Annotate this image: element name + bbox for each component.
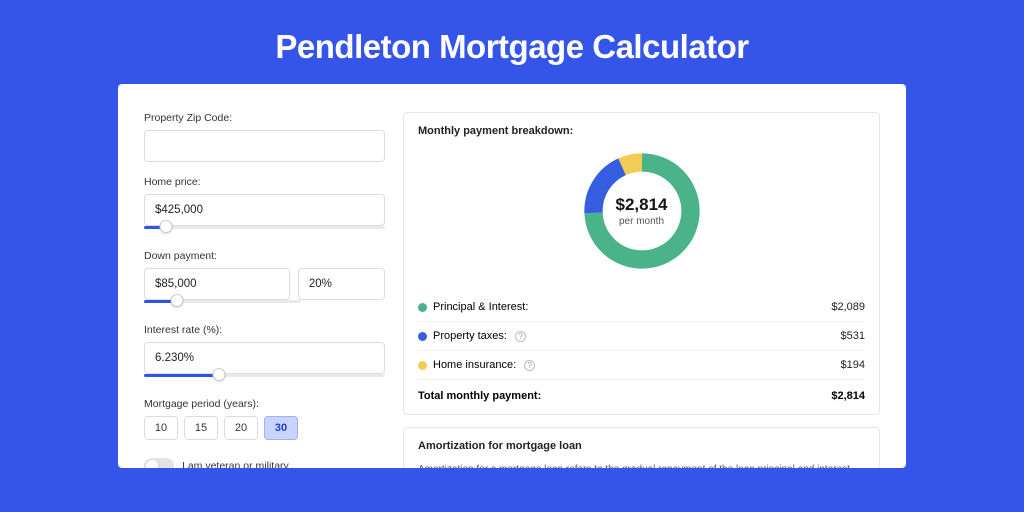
down-payment-label: Down payment:: [144, 250, 385, 262]
amortization-panel: Amortization for mortgage loan Amortizat…: [403, 427, 880, 468]
donut-sub: per month: [619, 216, 664, 227]
home-price-field: Home price:: [144, 176, 385, 236]
payment-donut-chart: $2,814 per month: [578, 147, 706, 275]
home-price-slider[interactable]: [144, 222, 385, 236]
period-options: 10152030: [144, 416, 385, 440]
legend-value: $531: [841, 330, 865, 342]
down-payment-pct-input[interactable]: [298, 268, 385, 300]
legend-value: $2,089: [831, 301, 865, 313]
slider-track: [144, 226, 385, 229]
total-row: Total monthly payment: $2,814: [418, 379, 865, 410]
interest-label: Interest rate (%):: [144, 324, 385, 336]
legend-label: Principal & Interest:: [433, 301, 528, 313]
veteran-label: I am veteran or military: [182, 460, 289, 468]
period-option-15[interactable]: 15: [184, 416, 218, 440]
legend-value: $194: [841, 359, 865, 371]
period-option-10[interactable]: 10: [144, 416, 178, 440]
slider-thumb[interactable]: [159, 220, 172, 233]
zip-field: Property Zip Code:: [144, 112, 385, 162]
breakdown-panel: Monthly payment breakdown: $2,814 per mo…: [403, 112, 880, 415]
donut-wrap: $2,814 per month: [418, 147, 865, 275]
slider-thumb[interactable]: [212, 368, 225, 381]
zip-label: Property Zip Code:: [144, 112, 385, 124]
legend-dot-icon: [418, 303, 427, 312]
form-column: Property Zip Code: Home price: Down paym…: [144, 112, 385, 468]
amortization-body: Amortization for a mortgage loan refers …: [418, 462, 865, 468]
slider-thumb[interactable]: [170, 294, 183, 307]
results-column: Monthly payment breakdown: $2,814 per mo…: [403, 112, 880, 468]
veteran-toggle[interactable]: [144, 458, 174, 468]
info-icon[interactable]: ?: [515, 331, 526, 342]
legend: Principal & Interest: $2,089 Property taxe…: [418, 293, 865, 379]
calculator-card: Property Zip Code: Home price: Down paym…: [118, 84, 906, 468]
period-option-20[interactable]: 20: [224, 416, 258, 440]
home-price-label: Home price:: [144, 176, 385, 188]
period-field: Mortgage period (years): 10152030: [144, 398, 385, 440]
zip-input[interactable]: [144, 130, 385, 162]
legend-dot-icon: [418, 332, 427, 341]
down-payment-field: Down payment:: [144, 250, 385, 310]
legend-row: Principal & Interest: $2,089: [418, 293, 865, 321]
period-option-30[interactable]: 30: [264, 416, 298, 440]
interest-slider[interactable]: [144, 370, 385, 384]
total-value: $2,814: [831, 390, 865, 402]
donut-amount: $2,814: [616, 195, 668, 215]
info-icon[interactable]: ?: [524, 360, 535, 371]
donut-center: $2,814 per month: [578, 147, 706, 275]
page-title: Pendleton Mortgage Calculator: [275, 28, 748, 66]
legend-row: Home insurance:? $194: [418, 350, 865, 379]
total-label: Total monthly payment:: [418, 390, 541, 402]
legend-label: Home insurance:: [433, 359, 516, 371]
interest-field: Interest rate (%):: [144, 324, 385, 384]
period-label: Mortgage period (years):: [144, 398, 385, 410]
amortization-title: Amortization for mortgage loan: [418, 440, 865, 452]
down-payment-slider[interactable]: [144, 296, 301, 310]
legend-row: Property taxes:? $531: [418, 321, 865, 350]
veteran-row: I am veteran or military: [144, 458, 385, 468]
legend-dot-icon: [418, 361, 427, 370]
legend-label: Property taxes:: [433, 330, 507, 342]
slider-fill: [144, 374, 219, 377]
toggle-knob: [146, 460, 158, 468]
breakdown-title: Monthly payment breakdown:: [418, 125, 865, 137]
